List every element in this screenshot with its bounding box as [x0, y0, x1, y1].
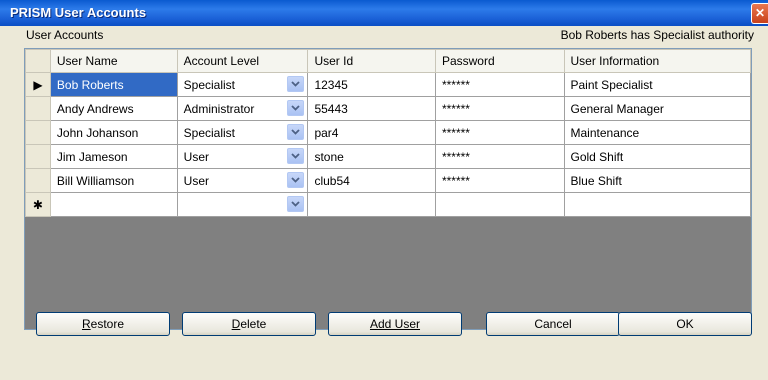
current-row-marker[interactable]: ▶ — [25, 72, 51, 97]
column-header-user-id[interactable]: User Id — [307, 49, 436, 73]
account-level-cell[interactable] — [176, 192, 309, 217]
user-information-cell[interactable] — [563, 192, 751, 217]
password-cell[interactable]: ****** — [434, 96, 565, 121]
new-row[interactable]: ✱ — [25, 192, 751, 217]
table-row[interactable]: Andy Andrews Administrator 55443 ****** … — [25, 96, 751, 121]
user-name-cell[interactable] — [49, 192, 178, 217]
user-id-cell[interactable]: club54 — [307, 168, 436, 193]
chevron-down-icon[interactable] — [287, 148, 305, 164]
column-header-account-level[interactable]: Account Level — [176, 49, 309, 73]
cancel-button[interactable]: Cancel — [486, 312, 620, 336]
window-title: PRISM User Accounts — [10, 5, 147, 20]
user-information-cell[interactable]: General Manager — [563, 96, 751, 121]
add-user-button[interactable]: Add User — [328, 312, 462, 336]
user-name-cell[interactable]: Bob Roberts — [49, 72, 178, 97]
user-name-cell[interactable]: John Johanson — [49, 120, 178, 145]
row-header[interactable] — [25, 144, 51, 169]
password-cell[interactable]: ****** — [434, 168, 565, 193]
user-name-cell[interactable]: Jim Jameson — [49, 144, 178, 169]
row-header[interactable] — [25, 120, 51, 145]
password-cell[interactable]: ****** — [434, 144, 565, 169]
user-id-cell[interactable]: 55443 — [307, 96, 436, 121]
title-bar[interactable]: PRISM User Accounts ✕ — [0, 0, 768, 26]
account-level-cell[interactable]: User — [176, 168, 309, 193]
table-row[interactable]: ▶ Bob Roberts Specialist 12345 ****** Pa… — [25, 72, 751, 97]
chevron-down-icon[interactable] — [287, 124, 305, 140]
header-row: User Name Account Level User Id Password… — [25, 49, 751, 73]
close-icon[interactable]: ✕ — [751, 3, 768, 24]
add-user-accelerator: A — [369, 317, 378, 331]
delete-accelerator: D — [231, 317, 241, 331]
user-information-cell[interactable]: Blue Shift — [563, 168, 751, 193]
authority-status-text: Bob Roberts has Specialist authority — [560, 28, 754, 42]
restore-accelerator: R — [81, 317, 91, 331]
account-level-value: Administrator — [183, 101, 255, 116]
column-header-user-information[interactable]: User Information — [563, 49, 751, 73]
password-cell[interactable] — [434, 192, 565, 217]
user-id-cell[interactable]: par4 — [307, 120, 436, 145]
corner-header — [25, 49, 51, 73]
ok-label: OK — [676, 317, 694, 331]
restore-label: estore — [90, 317, 125, 331]
prism-user-accounts-window: PRISM User Accounts ✕ User Accounts Bob … — [0, 0, 768, 380]
account-level-cell[interactable]: Specialist — [176, 120, 309, 145]
ok-button[interactable]: OK — [618, 312, 752, 336]
add-user-label: dd User — [377, 317, 421, 331]
delete-button[interactable]: Delete — [182, 312, 316, 336]
user-accounts-table: User Name Account Level User Id Password… — [25, 49, 751, 217]
delete-label: elete — [240, 317, 267, 331]
user-accounts-group-label: User Accounts — [26, 28, 104, 42]
table-row[interactable]: Bill Williamson User club54 ****** Blue … — [25, 168, 751, 193]
user-accounts-grid[interactable]: User Name Account Level User Id Password… — [24, 48, 752, 330]
user-information-cell[interactable]: Paint Specialist — [563, 72, 751, 97]
chevron-down-icon[interactable] — [287, 196, 305, 212]
password-cell[interactable]: ****** — [434, 120, 565, 145]
table-row[interactable]: John Johanson Specialist par4 ****** Mai… — [25, 120, 751, 145]
account-level-value: User — [183, 149, 209, 164]
chevron-down-icon[interactable] — [287, 172, 305, 188]
user-id-cell[interactable]: 12345 — [307, 72, 436, 97]
account-level-value: Specialist — [183, 125, 236, 140]
account-level-value: User — [183, 173, 209, 188]
cancel-label: Cancel — [534, 317, 572, 331]
row-header[interactable] — [25, 96, 51, 121]
user-id-cell[interactable]: stone — [307, 144, 436, 169]
column-header-user-name[interactable]: User Name — [49, 49, 178, 73]
row-header[interactable] — [25, 168, 51, 193]
column-header-password[interactable]: Password — [434, 49, 565, 73]
account-level-value: Specialist — [183, 77, 236, 92]
user-information-cell[interactable]: Maintenance — [563, 120, 751, 145]
table-row[interactable]: Jim Jameson User stone ****** Gold Shift — [25, 144, 751, 169]
password-cell[interactable]: ****** — [434, 72, 565, 97]
new-row-marker[interactable]: ✱ — [25, 192, 51, 217]
user-name-cell[interactable]: Bill Williamson — [49, 168, 178, 193]
chevron-down-icon[interactable] — [287, 76, 305, 92]
chevron-down-icon[interactable] — [287, 100, 305, 116]
user-name-cell[interactable]: Andy Andrews — [49, 96, 178, 121]
user-id-cell[interactable] — [307, 192, 436, 217]
account-level-cell[interactable]: Specialist — [176, 72, 309, 97]
user-information-cell[interactable]: Gold Shift — [563, 144, 751, 169]
account-level-cell[interactable]: Administrator — [176, 96, 309, 121]
restore-button[interactable]: Restore — [36, 312, 170, 336]
account-level-cell[interactable]: User — [176, 144, 309, 169]
